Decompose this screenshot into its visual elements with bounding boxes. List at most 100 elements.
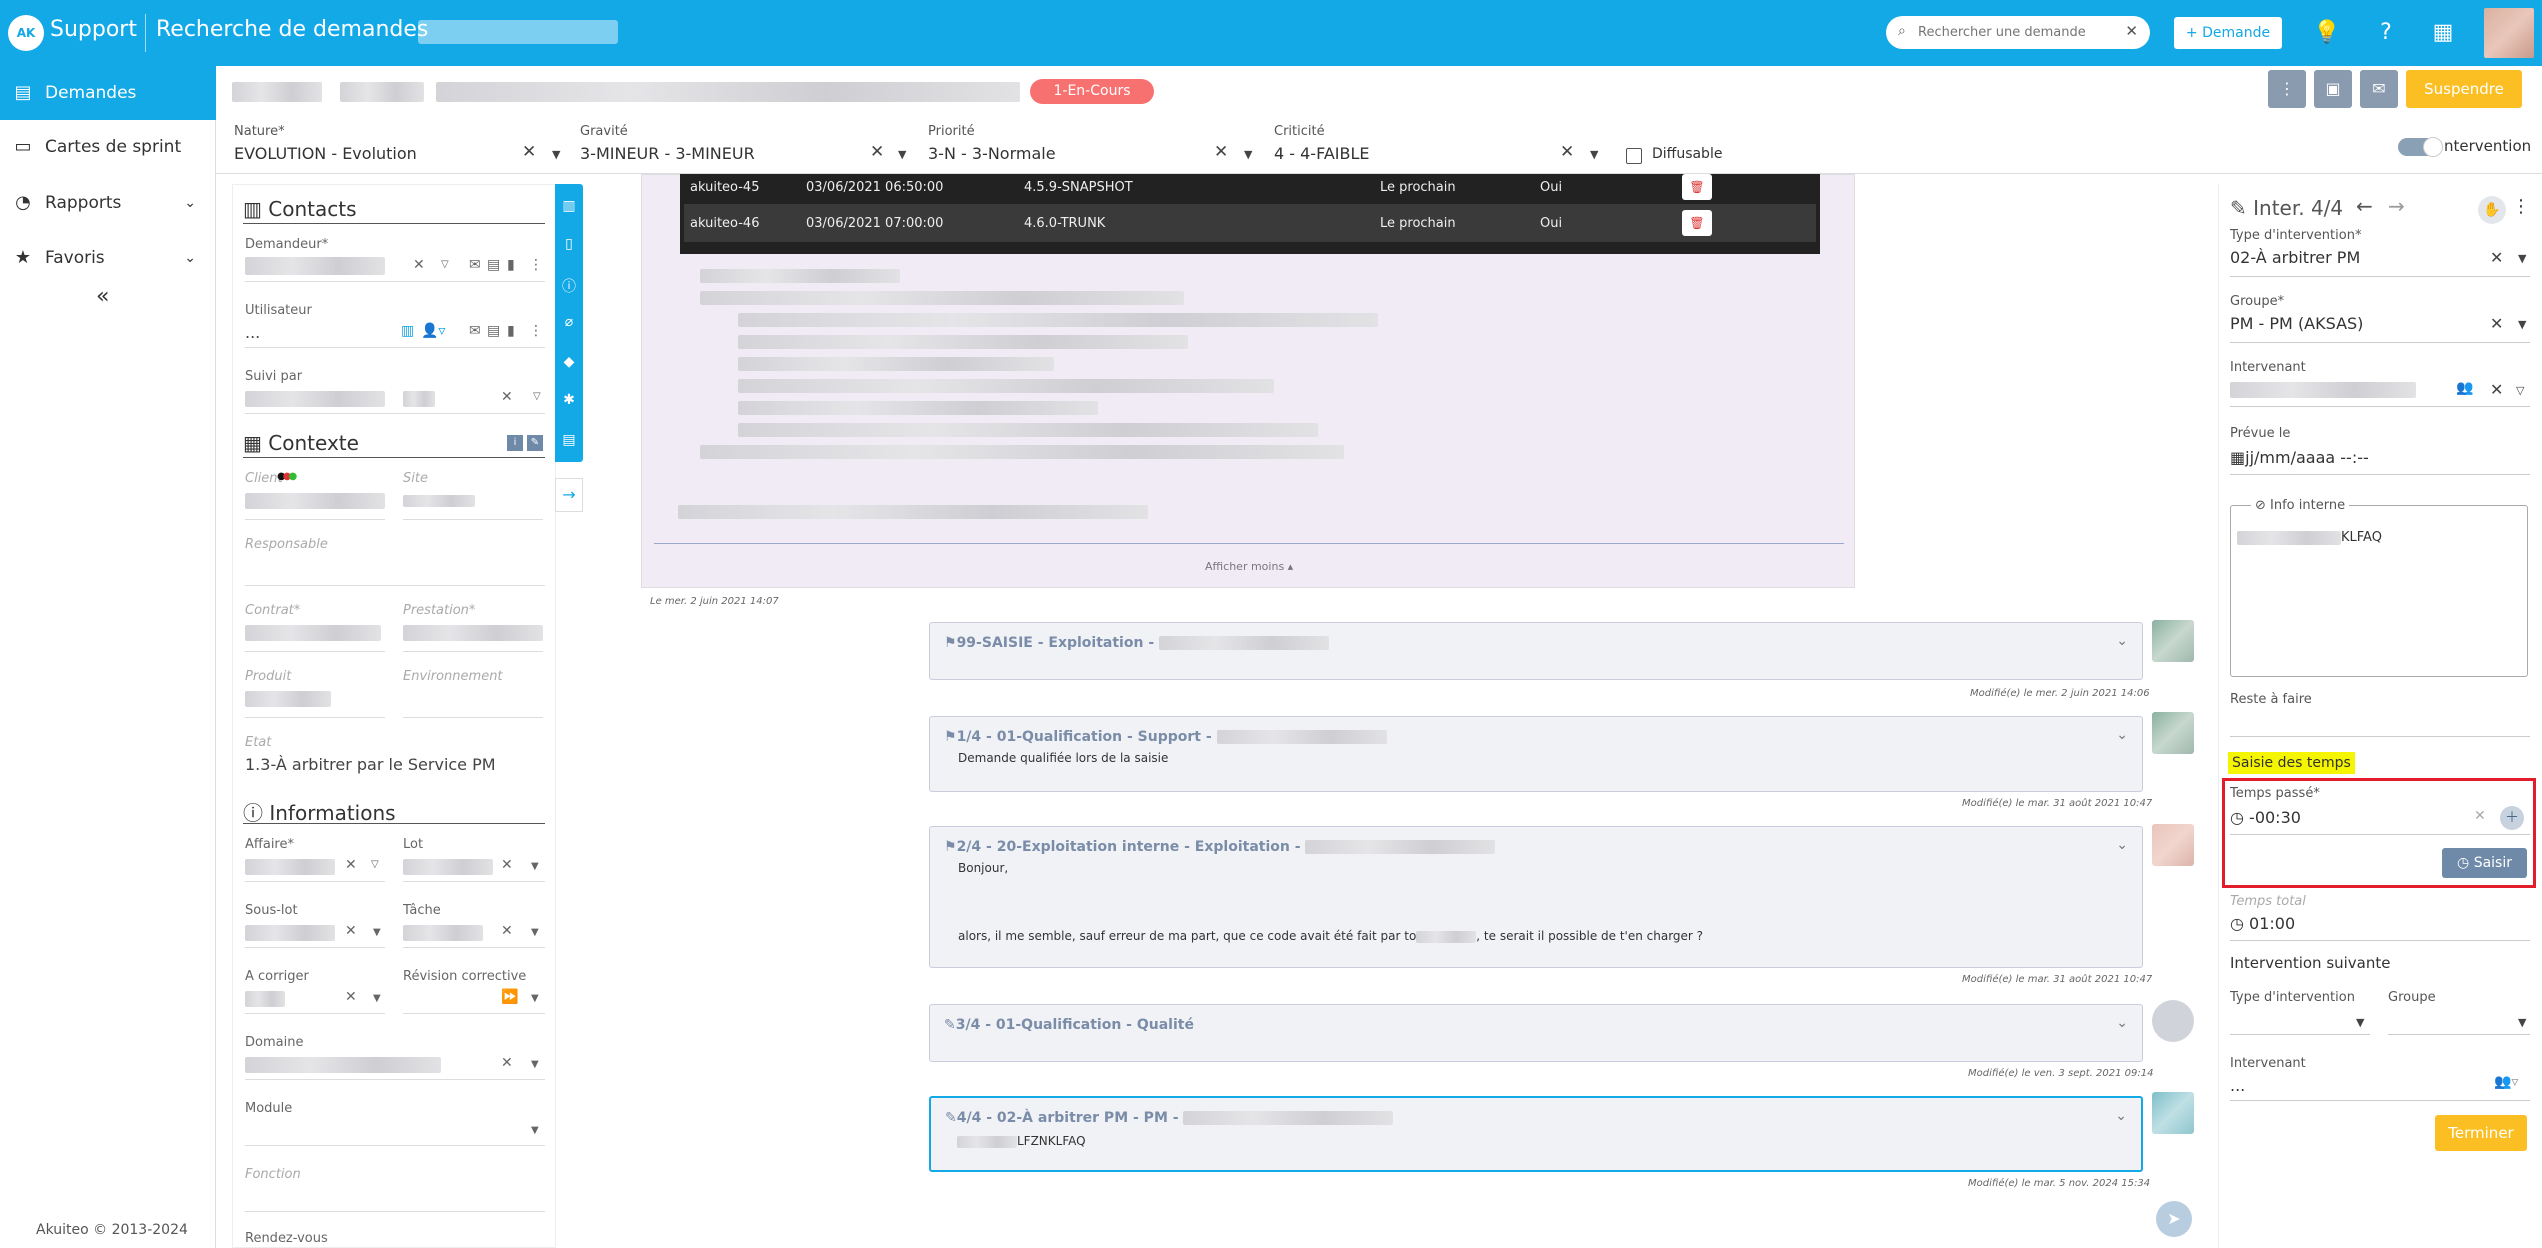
caret-down-icon[interactable]: ▼ [531,861,539,872]
tag-icon[interactable]: ◆ [555,354,583,370]
clear-icon[interactable]: ✕ [870,142,884,162]
caret-down-icon[interactable]: ▼ [531,1059,539,1070]
domaine-value[interactable] [245,1057,441,1073]
suivi-value[interactable] [403,391,435,407]
sidebar-item-cartes[interactable]: ▭ Cartes de sprint [0,120,216,174]
suivi-value[interactable] [245,391,385,407]
building-icon[interactable]: ▥ [401,323,414,339]
intervenant-value[interactable] [2230,382,2416,398]
affaire-value[interactable] [245,859,335,875]
clear-icon[interactable]: ✕ [2474,808,2486,824]
caret-down-icon[interactable]: ▼ [1590,148,1598,161]
type-select[interactable]: 02-À arbitrer PM [2230,248,2360,267]
contrat-value[interactable] [245,625,381,641]
chevron-down-icon[interactable]: ⌄ [2116,727,2128,743]
next-arrow-icon[interactable]: → [2388,194,2405,218]
caret-down-icon[interactable]: ▼ [531,993,539,1004]
previous-arrow-icon[interactable]: ← [2356,194,2373,218]
more-actions-button[interactable]: ⋮ [2268,70,2306,108]
chevron-down-icon[interactable]: ⌄ [2116,633,2128,649]
phone-icon[interactable]: ▮ [507,323,515,339]
info-icon[interactable]: ⓘ [555,276,583,296]
clear-icon[interactable]: ✕ [2490,248,2503,267]
intervention-card[interactable]: ✎3/4 - 01-Qualification - Qualité ⌄ [929,1004,2143,1062]
caret-down-icon[interactable]: ▼ [2518,252,2526,265]
nature-select[interactable]: EVOLUTION - Evolution [234,144,417,163]
groupe-select[interactable]: PM - PM (AKSAS) [2230,314,2363,333]
souslot-value[interactable] [245,925,335,941]
clear-icon[interactable]: ✕ [1560,142,1574,162]
intervention-card[interactable]: ⚑1/4 - 01-Qualification - Support - Dema… [929,716,2143,792]
search-box[interactable]: ⌕ ✕ [1886,16,2150,49]
chevron-down-icon[interactable]: ⌄ [2116,1015,2128,1031]
users-icon[interactable]: 👥▿ [2494,1074,2518,1090]
info-interne-box[interactable]: ⊘ Info interne KLFAQ [2230,498,2528,677]
clipboard-icon[interactable]: ▯ [555,236,583,252]
clear-icon[interactable]: ✕ [501,1055,513,1071]
card-icon[interactable]: ▤ [487,257,500,273]
caret-down-icon[interactable]: ▽ [533,391,541,402]
clear-icon[interactable]: ✕ [345,857,357,873]
users-icon[interactable]: 👥 [2456,380,2473,396]
search-input[interactable] [1918,22,2118,43]
chat-button[interactable]: ▣ [2314,70,2352,108]
edit-icon[interactable]: ✎ [527,435,543,451]
gravite-select[interactable]: 3-MINEUR - 3-MINEUR [580,144,755,163]
caret-down-icon[interactable]: ▼ [552,148,560,161]
caret-down-icon[interactable]: ▼ [2518,1016,2526,1029]
client-value[interactable] [245,493,385,509]
sidebar-item-demandes[interactable]: ▤ Demandes [0,66,216,120]
caret-down-icon[interactable]: ▽ [371,859,379,870]
suspend-button[interactable]: Suspendre [2406,70,2522,108]
intervention-card[interactable]: ⚑99-SAISIE - Exploitation - ⌄ [929,622,2143,680]
fast-forward-icon[interactable]: ⏩ [501,989,518,1005]
temps-passe-input[interactable]: ◷ -00:30 [2230,808,2301,827]
clear-icon[interactable]: ✕ [501,923,513,939]
prestation-value[interactable] [403,625,543,641]
hand-icon[interactable]: ✋ [2478,196,2506,224]
card-icon[interactable]: ▤ [487,323,500,339]
demandeur-value[interactable] [245,257,385,275]
clear-icon[interactable]: ✕ [1214,142,1228,162]
tache-value[interactable] [403,925,483,941]
caret-down-icon[interactable]: ▼ [1244,148,1252,161]
clear-icon[interactable]: ✕ [2490,380,2503,399]
info-interne-value[interactable]: KLFAQ [2237,530,2382,545]
site-value[interactable] [403,495,475,507]
apps-grid-icon[interactable]: ▦ [2428,18,2458,48]
next-intervenant-value[interactable]: ... [2230,1076,2245,1095]
clipboard-check-icon[interactable]: ▤ [555,432,583,448]
diffusable-checkbox[interactable] [1626,148,1642,164]
mail-icon[interactable]: ✉ [469,323,481,339]
more-icon[interactable]: ⋮ [529,323,543,339]
clear-icon[interactable]: ✕ [501,857,513,873]
utilisateur-value[interactable]: ... [245,323,260,342]
phone-icon[interactable]: ▮ [507,257,515,273]
clear-icon[interactable]: ✕ [522,142,536,162]
send-icon[interactable]: ➤ [2156,1201,2192,1237]
caret-down-icon[interactable]: ▼ [2356,1016,2364,1029]
caret-down-icon[interactable]: ▼ [898,148,906,161]
saisir-button[interactable]: ◷ Saisir [2442,848,2527,878]
intervention-card-active[interactable]: ✎4/4 - 02-À arbitrer PM - PM - LFZNKLFAQ… [929,1096,2143,1172]
chevron-down-icon[interactable]: ⌄ [2116,837,2128,853]
lightbulb-icon[interactable]: 💡 [2312,18,2342,48]
more-icon[interactable]: ⋮ [529,257,543,273]
clear-icon[interactable]: ✕ [2490,314,2503,333]
paperclip-icon[interactable]: ⌀ [555,314,583,330]
new-request-button[interactable]: + Demande [2174,17,2282,49]
priorite-select[interactable]: 3-N - 3-Normale [928,144,1056,163]
sidebar-item-favoris[interactable]: ★ Favoris ⌄ [0,231,216,285]
asterisk-icon[interactable]: ✱ [555,392,583,408]
sidebar-item-rapports[interactable]: ◔ Rapports ⌄ [0,176,216,230]
caret-down-icon[interactable]: ▼ [2518,318,2526,331]
more-icon[interactable]: ⋮ [2512,196,2530,217]
caret-down-icon[interactable]: ▽ [441,259,449,270]
app-name[interactable]: Support [50,17,137,42]
trash-icon[interactable]: 🗑 [1682,174,1712,200]
caret-down-icon[interactable]: ▼ [531,927,539,938]
mail-button[interactable]: ✉ [2360,70,2398,108]
add-user-icon[interactable]: 👤▿ [421,323,445,339]
lot-value[interactable] [403,859,493,875]
clear-icon[interactable]: ✕ [413,257,425,273]
